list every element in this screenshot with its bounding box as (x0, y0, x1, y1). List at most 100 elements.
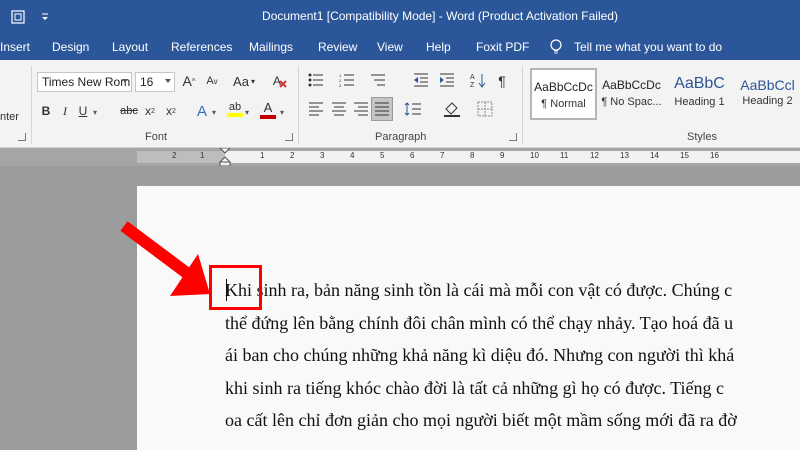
clipboard-launcher-icon[interactable] (18, 133, 26, 141)
ruler-number: 11 (560, 151, 569, 160)
font-color-dropdown-icon[interactable]: ▾ (280, 108, 284, 117)
align-left-icon[interactable] (307, 100, 325, 118)
show-formatting-marks-button[interactable]: ¶ (494, 70, 510, 92)
sort-icon[interactable]: AZ (469, 71, 487, 89)
italic-button[interactable]: I (58, 100, 72, 122)
ruler-number: 2 (290, 151, 295, 160)
style-no-spacing[interactable]: AaBbCcDc ¶ No Spac... (598, 68, 665, 120)
justify-icon[interactable] (371, 97, 393, 121)
ruler-area: 2 1 1 2 3 4 5 6 7 8 9 10 11 12 13 14 15 … (0, 148, 800, 166)
clipboard-painter-label[interactable]: nter (0, 111, 19, 123)
paragraph-launcher-icon[interactable] (509, 133, 517, 141)
ruler-number: 2 (172, 151, 177, 160)
text-effects-button[interactable]: A (193, 100, 211, 122)
style-preview: AaBbCcl (740, 77, 795, 93)
font-size-select[interactable]: 16 (135, 72, 175, 92)
style-normal[interactable]: AaBbCcDc ¶ Normal (530, 68, 597, 120)
grow-font-button[interactable]: A ^ (179, 70, 199, 92)
style-heading-2[interactable]: AaBbCcl Heading 2 (734, 68, 800, 120)
style-name: Heading 2 (742, 95, 793, 107)
window-title: Document1 [Compatibility Mode] - Word (P… (262, 9, 618, 23)
document-page[interactable]: Khi sinh ra, bản năng sinh tồn là cái mà… (137, 186, 800, 450)
ruler-number: 14 (650, 151, 659, 160)
style-heading-1[interactable]: AaBbC Heading 1 (666, 68, 733, 120)
multilevel-list-icon[interactable] (369, 71, 387, 89)
shrink-font-button[interactable]: Av (202, 70, 222, 92)
tab-help[interactable]: Help (426, 40, 451, 54)
ruler-number: 13 (620, 151, 629, 160)
shrink-font-icon: A (206, 75, 214, 87)
strikethrough-button[interactable]: abc (118, 100, 140, 122)
borders-icon[interactable] (476, 100, 494, 118)
ruler-number: 12 (590, 151, 599, 160)
font-size-value: 16 (140, 75, 154, 89)
font-color-label: A (263, 99, 273, 115)
ruler-number: 7 (440, 151, 445, 160)
svg-text:Z: Z (470, 82, 475, 88)
clear-formatting-icon[interactable]: A (271, 72, 289, 90)
style-preview: AaBbCcDc (534, 80, 593, 94)
document-line[interactable]: khi sinh ra tiếng khóc chào đời là tất c… (225, 372, 800, 405)
ruler-number: 1 (200, 151, 205, 160)
change-case-icon: Aa (233, 73, 249, 89)
ruler-left-margin (137, 151, 225, 163)
ruler-number: 5 (380, 151, 385, 160)
ruler-number: 1 (260, 151, 265, 160)
ribbon-tabs: Insert Design Layout References Mailings… (0, 34, 800, 60)
document-body[interactable]: Khi sinh ra, bản năng sinh tồn là cái mà… (225, 274, 800, 437)
underline-dropdown-icon[interactable]: ▾ (93, 108, 97, 117)
bold-button[interactable]: B (38, 100, 54, 122)
ruler-number: 15 (680, 151, 689, 160)
font-name-select[interactable]: Times New Rom (37, 72, 132, 92)
subscript-button[interactable]: x2 (142, 100, 158, 122)
tab-design[interactable]: Design (52, 40, 89, 54)
tab-layout[interactable]: Layout (112, 40, 148, 54)
chevron-down-icon (165, 79, 171, 83)
highlight-label: ab (228, 101, 242, 113)
title-bar: Document1 [Compatibility Mode] - Word (P… (0, 0, 800, 34)
document-line[interactable]: ái ban cho chúng những khả năng kì diệu … (225, 339, 800, 372)
bullets-icon[interactable] (307, 71, 325, 89)
align-right-icon[interactable] (352, 100, 370, 118)
increase-indent-icon[interactable] (438, 71, 456, 89)
font-color-button[interactable]: A (258, 98, 278, 120)
align-center-icon[interactable] (330, 100, 348, 118)
effects-dropdown-icon[interactable]: ▾ (212, 108, 216, 117)
style-name: Heading 1 (674, 96, 725, 108)
highlight-swatch (227, 113, 243, 117)
document-line[interactable]: oa cất lên chỉ đơn giản cho mọi người bi… (225, 404, 800, 437)
tab-mailings[interactable]: Mailings (249, 40, 293, 54)
font-launcher-icon[interactable] (285, 133, 293, 141)
ruler-number: 9 (500, 151, 505, 160)
document-line[interactable]: thể đứng lên bằng chính đôi chân mình có… (225, 307, 800, 340)
group-divider (298, 66, 299, 144)
tab-insert[interactable]: Insert (0, 40, 30, 54)
superscript-button[interactable]: x2 (163, 100, 179, 122)
line-spacing-icon[interactable] (404, 100, 422, 118)
tab-foxit-pdf[interactable]: Foxit PDF (476, 40, 529, 54)
indent-marker-icon[interactable] (219, 148, 231, 166)
lightbulb-icon (549, 38, 565, 56)
ruler-number: 6 (410, 151, 415, 160)
annotation-arrow-icon (120, 221, 210, 296)
style-preview: AaBbC (674, 75, 725, 92)
tell-me-search[interactable]: Tell me what you want to do (574, 40, 722, 54)
paragraph-group-label: Paragraph (375, 131, 427, 143)
change-case-button[interactable]: Aa ▾ (229, 70, 259, 92)
highlight-color-button[interactable]: ab (225, 98, 245, 120)
document-line[interactable]: Khi sinh ra, bản năng sinh tồn là cái mà… (225, 274, 800, 307)
svg-text:A: A (470, 74, 475, 81)
ruler-number: 4 (350, 151, 355, 160)
ribbon: nter Times New Rom 16 A ^ Av Aa ▾ A B I U … (0, 60, 800, 148)
underline-button[interactable]: U (76, 100, 90, 122)
tab-references[interactable]: References (171, 40, 232, 54)
font-group-label: Font (145, 131, 168, 143)
shading-icon[interactable] (443, 100, 461, 118)
style-name: ¶ No Spac... (601, 96, 662, 108)
horizontal-ruler[interactable]: 2 1 1 2 3 4 5 6 7 8 9 10 11 12 13 14 15 … (137, 151, 800, 163)
numbering-icon[interactable]: 123 (338, 71, 356, 89)
highlight-dropdown-icon[interactable]: ▾ (245, 108, 249, 117)
decrease-indent-icon[interactable] (412, 71, 430, 89)
tab-review[interactable]: Review (318, 40, 357, 54)
tab-view[interactable]: View (377, 40, 403, 54)
